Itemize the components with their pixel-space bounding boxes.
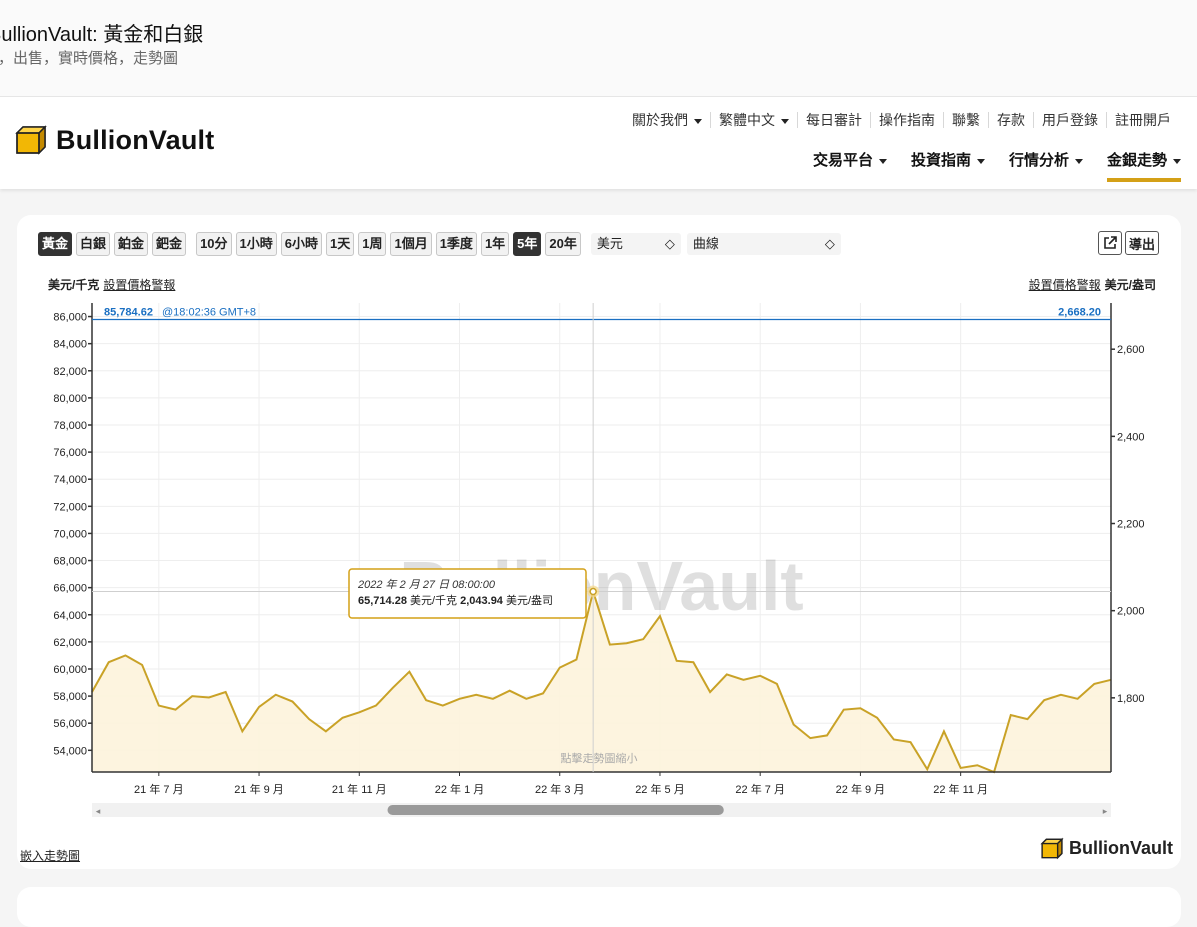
main-nav: 交易平台 投資指南 行情分析 金銀走勢 [789,149,1181,182]
right-tick-label: 2,600 [1117,344,1145,356]
next-panel [17,887,1181,927]
left-tick-label: 54,000 [53,745,87,757]
util-nav-item[interactable]: 註冊開戶 [1106,112,1179,128]
highlight-point [589,587,597,596]
x-tick-label: 21 年 7 月 [134,782,184,796]
x-tick-label: 21 年 11 月 [332,782,387,796]
util-nav-item[interactable]: 關於我們 [624,112,710,128]
x-tick-label: 22 年 7 月 [735,782,785,796]
left-tick-label: 76,000 [53,447,87,459]
gold-bar-logo-icon [15,125,47,155]
util-nav-item[interactable]: 聯繫 [943,112,988,128]
footer-logo-text: BullionVault [1068,838,1173,858]
bullionvault-logo[interactable]: BullionVault [14,124,214,156]
main-nav-item[interactable]: 金銀走勢 [1106,149,1181,182]
main-nav-label: 投資指南 [910,152,971,169]
tooltip-box [348,568,587,619]
util-nav-item[interactable]: 操作指南 [870,112,943,128]
left-tick-label: 70,000 [53,528,87,540]
util-nav-item[interactable]: 每日審計 [797,112,870,128]
chevron-down-icon [781,118,789,124]
left-tick-label: 80,000 [53,393,87,405]
right-tick-label: 2,000 [1117,606,1145,618]
logo-text: BullionVault [56,124,215,155]
left-tick-label: 84,000 [53,339,87,351]
left-tick-label: 66,000 [53,583,87,595]
left-tick-label: 64,000 [53,610,87,622]
left-tick-label: 58,000 [53,691,87,703]
x-tick-label: 22 年 1 月 [435,782,485,796]
chevron-down-icon [1173,158,1181,164]
scroll-left-arrow-icon[interactable]: ◂ [96,806,101,816]
embed-chart-link[interactable]: 嵌入走勢圖 [20,847,80,864]
tooltip-values: 65,714.28 美元/千克 2,043.94 美元/盎司 [358,593,553,607]
site-header: BullionVault 關於我們 繁體中文 每日審計 操作指南 聯繫 存款 用戶登錄 註冊開… [0,97,1197,189]
current-price-right: 2,668.20 [1058,306,1101,318]
main-nav-label: 行情分析 [1008,152,1069,169]
util-nav-item[interactable]: 繁體中文 [710,112,797,128]
utility-nav: 關於我們 繁體中文 每日審計 操作指南 聯繫 存款 用戶登錄 註冊開戶 [624,112,1179,128]
left-tick-label: 74,000 [53,474,87,486]
chevron-down-icon [976,158,985,164]
left-tick-label: 56,000 [53,718,87,730]
footer-logo: BullionVault [1040,837,1173,860]
window-title-bar: BullionVault: 黃金和白銀 ，出售，實時價格，走勢圖 [0,0,1197,97]
right-tick-label: 1,800 [1117,693,1145,705]
chart-panel: 黃金 白銀 鉑金 鈀金 10分 1小時 6小時 1天 1周 1個月 1季度 1年 5年 20年 美元 ◇ 曲線 ◇… [17,215,1181,869]
page-title: BullionVault: 黃金和白銀 [0,24,204,46]
current-price-time: @18:02:36 GMT+8 [162,306,256,318]
page-subtitle: ，出售，實時價格，走勢圖 [0,50,179,67]
left-tick-label: 86,000 [53,312,87,324]
scroll-right-arrow-icon[interactable]: ▸ [1103,806,1108,816]
main-nav-label: 交易平台 [812,152,873,169]
left-tick-label: 68,000 [53,556,87,568]
main-nav-item[interactable]: 交易平台 [813,149,887,182]
main-nav-label: 金銀走勢 [1106,152,1167,169]
chart-scrollbar-thumb[interactable] [387,805,724,815]
chevron-down-icon [1074,158,1083,164]
zoom-hint: 點擊走勢圖縮小 [561,751,638,765]
chevron-down-icon [878,158,887,164]
gold-bar-logo-icon [1040,837,1064,860]
left-tick-label: 82,000 [53,366,87,378]
x-tick-label: 21 年 9 月 [234,782,284,796]
x-tick-label: 22 年 5 月 [635,782,685,796]
util-nav-item[interactable]: 存款 [988,112,1033,128]
tooltip-date: 2022 年 2 月 27 日 08:00:00 [357,578,496,591]
right-tick-label: 2,200 [1117,519,1145,531]
x-tick-label: 22 年 3 月 [535,782,585,796]
left-tick-label: 62,000 [53,637,87,649]
left-tick-label: 72,000 [53,501,87,513]
x-tick-label: 22 年 9 月 [836,782,886,796]
main-nav-item[interactable]: 投資指南 [911,149,985,182]
right-tick-label: 2,400 [1117,431,1145,443]
price-chart[interactable]: 54,000 56,000 58,000 60,000 62,000 64,000 66,0… [17,215,1181,825]
main-nav-item[interactable]: 行情分析 [1009,149,1083,182]
util-nav-item[interactable]: 用戶登錄 [1033,112,1106,128]
left-tick-label: 78,000 [53,420,87,432]
chevron-down-icon [694,118,702,124]
current-price-left: 85,784.62 [104,306,153,318]
x-tick-label: 22 年 11 月 [933,782,988,796]
left-tick-label: 60,000 [53,664,87,676]
